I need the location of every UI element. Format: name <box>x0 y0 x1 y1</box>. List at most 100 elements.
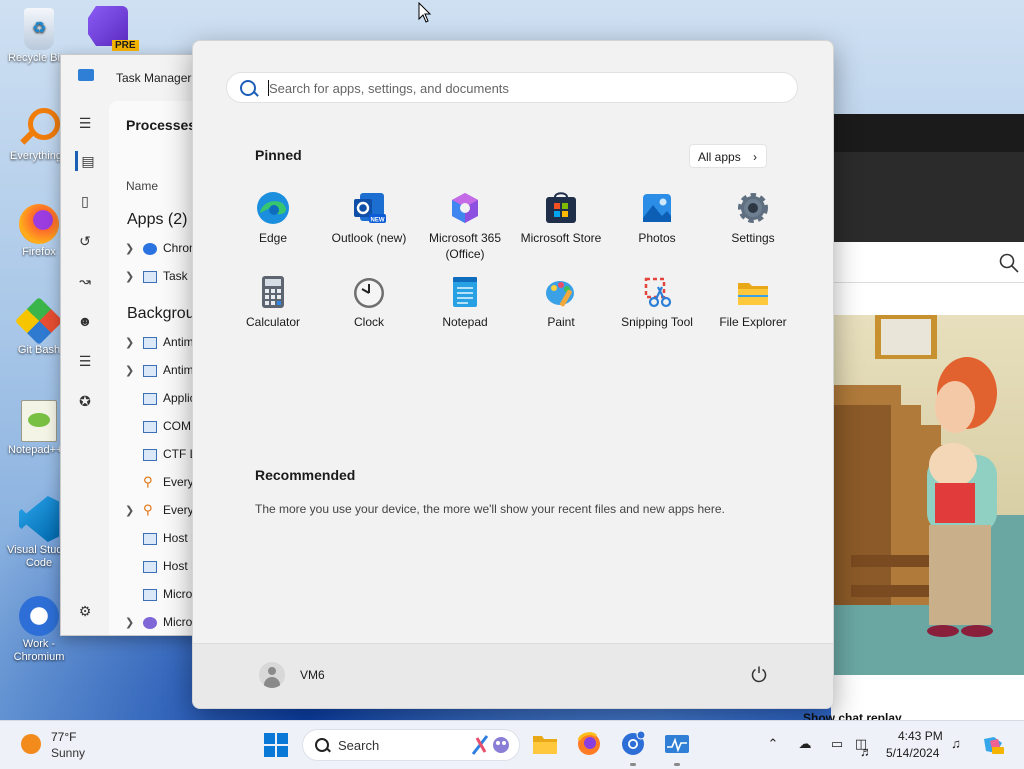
processes-heading: Processes <box>126 117 197 133</box>
start-search-input[interactable] <box>269 79 769 97</box>
desktop-icon-visual-studio-preview[interactable]: PRE <box>78 6 139 51</box>
pinned-app-outlook[interactable]: NEW Outlook (new) <box>321 191 417 246</box>
chevron-right-icon[interactable]: ❯ <box>125 270 139 283</box>
startup-apps-nav-icon[interactable]: ↝ <box>75 271 95 291</box>
users-nav-icon[interactable]: ☻ <box>75 311 95 331</box>
calculator-icon <box>256 275 290 309</box>
show-hidden-icons-chevron-up-icon[interactable]: ⌃ <box>764 735 782 753</box>
pinned-app-photos[interactable]: Photos <box>609 191 705 246</box>
hamburger-menu-icon[interactable]: ☰ <box>75 113 95 133</box>
pinned-app-microsoft-store[interactable]: Microsoft Store <box>513 191 609 246</box>
chromium-icon <box>19 596 59 636</box>
settings-gear-icon <box>736 191 770 225</box>
user-name[interactable]: VM6 <box>300 668 325 682</box>
pre-badge: PRE <box>112 40 139 51</box>
chevron-right-icon[interactable]: ❯ <box>125 364 139 377</box>
name-column-header[interactable]: Name <box>126 179 158 193</box>
process-row[interactable]: Microsoft Edge <box>125 587 201 607</box>
taskbar-search-box[interactable]: Search <box>302 729 520 761</box>
taskbar-search-label: Search <box>338 738 380 753</box>
snipping-tool-icon <box>640 275 674 309</box>
copilot-preview-icon[interactable] <box>982 735 1004 754</box>
onedrive-cloud-icon[interactable]: ☁ <box>796 735 814 753</box>
start-menu: Pinned All apps › Edge NEW Outlook (new)… <box>192 40 834 709</box>
process-row[interactable]: ❯Task Manager <box>125 269 201 289</box>
recycle-bin-icon: ♻ <box>24 8 54 50</box>
everything-small-icon: ⚲ <box>143 473 153 489</box>
performance-nav-icon[interactable]: ▯ <box>75 191 95 211</box>
chevron-right-icon[interactable]: ❯ <box>125 616 139 629</box>
task-manager-nav: ☰ ▤ ▯ ↺ ↝ ☻ ☰ ✪ ⚙ <box>61 95 109 635</box>
process-row[interactable]: Host Process for Windows Tasks <box>125 531 201 551</box>
windows-start-icon[interactable] <box>264 733 288 757</box>
process-icon <box>143 588 157 601</box>
user-avatar-icon[interactable] <box>259 662 285 688</box>
task-manager-content: Processes Name Apps (2) ❯Chrome ❯Task Ma… <box>109 101 201 635</box>
app-history-nav-icon[interactable]: ↺ <box>75 231 95 251</box>
process-row[interactable]: ❯Antimalware Core Service <box>125 363 201 383</box>
pinned-app-snipping-tool[interactable]: Snipping Tool <box>609 275 705 330</box>
sun-weather-icon[interactable] <box>21 734 41 754</box>
task-manager-window[interactable]: Task Manager ☰ ▤ ▯ ↺ ↝ ☻ ☰ ✪ ⚙ Processes… <box>60 54 202 636</box>
pinned-app-file-explorer[interactable]: File Explorer <box>705 275 801 330</box>
all-apps-button[interactable]: All apps › <box>689 144 767 168</box>
pinned-heading: Pinned <box>255 147 302 163</box>
process-row[interactable]: CTF Loader <box>125 447 201 467</box>
pinned-app-paint[interactable]: Paint <box>513 275 609 330</box>
process-row[interactable]: COM Surrogate <box>125 419 201 439</box>
clock-time[interactable]: 4:43 PM <box>898 729 943 743</box>
recommended-empty-message: The more you use your device, the more w… <box>255 502 725 516</box>
pinned-app-clock[interactable]: Clock <box>321 275 417 330</box>
weather-condition[interactable]: Sunny <box>51 746 85 760</box>
edge-icon <box>256 191 290 225</box>
taskbar-task-manager-icon[interactable] <box>664 731 690 757</box>
running-indicator <box>630 763 636 766</box>
settings-nav-icon[interactable]: ⚙ <box>75 601 95 621</box>
chevron-right-icon[interactable]: ❯ <box>125 242 139 255</box>
background-window-titlebar <box>831 114 1024 152</box>
process-row[interactable]: ⚲Everything <box>125 473 201 495</box>
notification-bell-icon[interactable]: ♫ <box>947 735 965 753</box>
clock-date[interactable]: 5/14/2024 <box>886 746 939 760</box>
pinned-app-calculator[interactable]: Calculator <box>225 275 321 330</box>
pinned-app-edge[interactable]: Edge <box>225 191 321 246</box>
process-row[interactable]: Application Frame Host <box>125 391 201 411</box>
process-icon <box>143 420 157 433</box>
show-chat-replay-link[interactable]: Show chat replay <box>803 711 902 720</box>
services-nav-icon[interactable]: ✪ <box>75 391 95 411</box>
desktop: ♻ Recycle Bin PRE Everything Firefox Git… <box>0 0 1024 720</box>
chevron-right-icon[interactable]: ❯ <box>125 504 139 517</box>
background-window-search-icon[interactable] <box>998 252 1022 276</box>
everything-magnifier-icon <box>18 106 60 148</box>
process-row[interactable]: ❯Antimalware Service Executable <box>125 335 201 355</box>
details-nav-icon[interactable]: ☰ <box>75 351 95 371</box>
background-window-divider <box>831 282 1024 283</box>
office-icon <box>448 191 482 225</box>
volume-muted-icon[interactable]: ♬ <box>860 743 873 761</box>
start-menu-footer: VM6 <box>193 643 833 708</box>
taskbar-firefox-icon[interactable] <box>576 731 602 757</box>
task-manager-small-icon <box>143 270 157 283</box>
pinned-app-settings[interactable]: Settings <box>705 191 801 246</box>
process-row[interactable]: ❯Microsoft 365 <box>125 615 201 635</box>
running-indicator <box>674 763 680 766</box>
start-search-box[interactable] <box>226 72 798 103</box>
file-explorer-icon <box>736 275 770 309</box>
task-manager-logo-icon <box>78 69 94 81</box>
process-row[interactable]: ❯⚲Everything <box>125 503 201 523</box>
search-icon <box>240 80 256 96</box>
video-thumbnail-image[interactable] <box>831 315 1024 675</box>
processes-nav-icon[interactable]: ▤ <box>75 151 98 171</box>
taskbar-file-explorer-icon[interactable] <box>532 731 558 757</box>
weather-temperature[interactable]: 77°F <box>51 730 76 744</box>
taskbar-chromium-icon[interactable] <box>620 730 646 757</box>
power-icon[interactable] <box>750 665 768 683</box>
display-icon[interactable]: ▭ <box>828 735 846 753</box>
process-row[interactable]: Host Process for Windows Tasks <box>125 559 201 579</box>
pinned-app-microsoft-365[interactable]: Microsoft 365 (Office) <box>417 191 513 262</box>
pinned-app-notepad[interactable]: Notepad <box>417 275 513 330</box>
chevron-right-icon[interactable]: ❯ <box>125 336 139 349</box>
process-row[interactable]: ❯ Chrome <box>125 241 201 261</box>
process-icon <box>143 616 157 629</box>
notepad-plus-plus-icon <box>21 400 57 442</box>
